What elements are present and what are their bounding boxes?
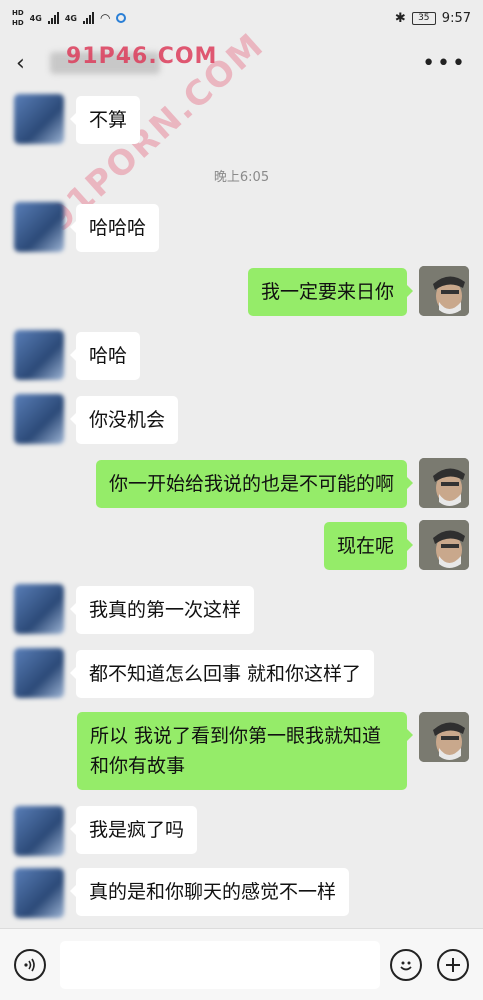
my-avatar[interactable] (419, 458, 469, 508)
chevron-left-icon[interactable]: ‹ (16, 51, 25, 76)
contact-name-blurred (50, 52, 160, 74)
clock: 9:57 (441, 10, 471, 26)
smiley-glyph (400, 961, 412, 971)
network-hd-icon: HD HD (12, 9, 24, 27)
man-portrait-icon (419, 458, 469, 508)
contact-avatar[interactable] (14, 868, 64, 918)
battery-level: 35 (418, 13, 430, 23)
message-bubble-sent[interactable]: 所以 我说了看到你第一眼我就知道 和你有故事 (77, 712, 413, 790)
app-notification-icon (116, 13, 127, 23)
status-left: HD HD 4G 4G ◠ (12, 9, 127, 27)
message-bubble[interactable]: 不算 (69, 96, 141, 144)
man-portrait-icon (419, 712, 469, 762)
wifi-icon: ◠ (99, 11, 111, 25)
plus-glyph (446, 958, 460, 972)
my-avatar[interactable] (419, 712, 469, 762)
message-bubble[interactable]: 我真的第一次这样 (69, 586, 255, 634)
message-input[interactable] (60, 941, 380, 989)
man-portrait-icon (419, 520, 469, 570)
battery-icon: 35 (411, 11, 436, 25)
emoji-icon[interactable] (390, 949, 422, 981)
contact-avatar[interactable] (14, 394, 64, 444)
message-bubble[interactable]: 我是疯了吗 (69, 806, 198, 854)
contact-avatar[interactable] (14, 94, 64, 144)
message-bubble-sent[interactable]: 现在呢 (323, 522, 414, 570)
contact-avatar[interactable] (14, 330, 64, 380)
voice-icon[interactable] (14, 949, 46, 981)
status-right: ✱ 35 9:57 (395, 11, 471, 26)
voice-wave-glyph (24, 958, 35, 972)
signal-label-1: 4G (29, 13, 42, 23)
man-portrait-icon (419, 266, 469, 316)
my-avatar[interactable] (419, 266, 469, 316)
time-separator: 晚上6:05 (213, 170, 270, 185)
contact-avatar[interactable] (14, 806, 64, 856)
contact-avatar[interactable] (14, 202, 64, 252)
contact-avatar[interactable] (14, 648, 64, 698)
message-bubble-sent[interactable]: 你一开始给我说的也是不可能的啊 (95, 460, 414, 508)
my-avatar[interactable] (419, 520, 469, 570)
signal-label-2: 4G (64, 13, 77, 23)
message-bubble[interactable]: 都不知道怎么回事 就和你这样了 (69, 650, 375, 698)
message-bubble[interactable]: 真的是和你聊天的感觉不一样 (69, 868, 350, 916)
status-bar: HD HD 4G 4G ◠ ✱ 35 9:57 (0, 0, 483, 36)
input-bar (0, 928, 483, 1000)
more-dots-icon[interactable]: ••• (422, 51, 467, 76)
message-bubble-sent[interactable]: 我一定要来日你 (247, 268, 414, 316)
hd-label-1: HD (12, 9, 24, 17)
contact-avatar[interactable] (14, 584, 64, 634)
signal-icon (47, 12, 59, 24)
message-bubble[interactable]: 哈哈 (69, 332, 141, 380)
bluetooth-icon: ✱ (394, 10, 406, 26)
hd-label-2: HD (12, 19, 24, 27)
signal-icon-2 (82, 12, 94, 24)
message-bubble[interactable]: 你没机会 (69, 396, 179, 444)
chat-header: ‹ ••• (0, 40, 483, 86)
plus-icon[interactable] (437, 949, 469, 981)
message-bubble[interactable]: 哈哈哈 (69, 204, 160, 252)
